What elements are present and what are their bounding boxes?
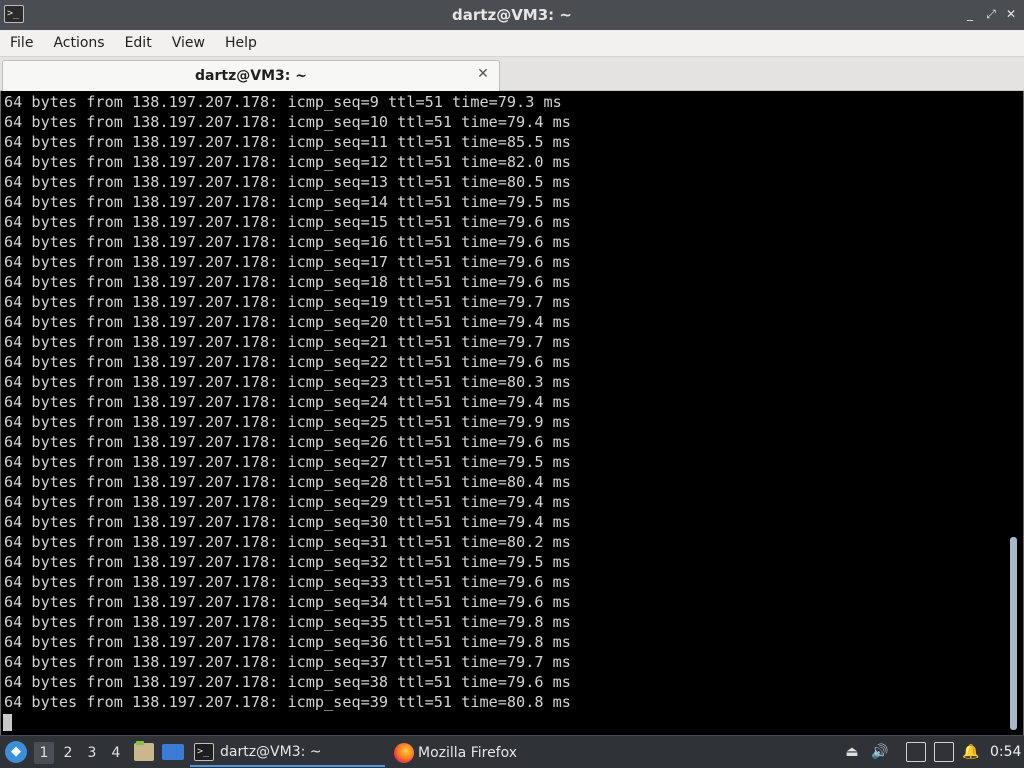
start-menu-icon[interactable]: ◆ <box>5 741 27 763</box>
terminal-line: 64 bytes from 138.197.207.178: icmp_seq=… <box>4 513 571 531</box>
terminal-line: 64 bytes from 138.197.207.178: icmp_seq=… <box>4 553 571 571</box>
terminal-line: 64 bytes from 138.197.207.178: icmp_seq=… <box>4 313 571 331</box>
maximize-icon[interactable]: ⤢ <box>983 6 999 22</box>
terminal-line: 64 bytes from 138.197.207.178: icmp_seq=… <box>4 413 571 431</box>
terminal-line: 64 bytes from 138.197.207.178: icmp_seq=… <box>4 533 571 551</box>
terminal-line: 64 bytes from 138.197.207.178: icmp_seq=… <box>4 293 571 311</box>
terminal-line: 64 bytes from 138.197.207.178: icmp_seq=… <box>4 273 571 291</box>
workspace-3[interactable]: 3 <box>82 742 102 764</box>
close-icon[interactable]: ✕ <box>1003 6 1019 22</box>
task-firefox[interactable]: Mozilla Firefox <box>390 738 590 767</box>
terminal-line: 64 bytes from 138.197.207.178: icmp_seq=… <box>4 93 562 111</box>
menu-help[interactable]: Help <box>215 30 267 57</box>
show-desktop-icon[interactable] <box>162 744 184 760</box>
menu-bar: File Actions Edit View Help <box>0 30 1024 57</box>
window-title: dartz@VM3: ~ <box>452 6 572 24</box>
notification-icon[interactable]: 🔔 <box>961 742 981 762</box>
clock[interactable]: 0:54 <box>990 736 1021 768</box>
terminal-line: 64 bytes from 138.197.207.178: icmp_seq=… <box>4 333 571 351</box>
terminal-line: 64 bytes from 138.197.207.178: icmp_seq=… <box>4 593 571 611</box>
terminal-line: 64 bytes from 138.197.207.178: icmp_seq=… <box>4 153 571 171</box>
terminal-lines: 64 bytes from 138.197.207.178: icmp_seq=… <box>3 92 1004 732</box>
terminal-line: 64 bytes from 138.197.207.178: icmp_seq=… <box>4 393 571 411</box>
terminal-line: 64 bytes from 138.197.207.178: icmp_seq=… <box>4 233 571 251</box>
terminal-line: 64 bytes from 138.197.207.178: icmp_seq=… <box>4 113 571 131</box>
menu-edit[interactable]: Edit <box>115 30 162 57</box>
menu-view[interactable]: View <box>162 30 215 57</box>
task-terminal-label: dartz@VM3: ~ <box>220 743 322 760</box>
file-manager-icon[interactable] <box>134 741 154 761</box>
menu-actions[interactable]: Actions <box>43 30 114 57</box>
task-terminal[interactable]: >_ dartz@VM3: ~ <box>190 738 385 767</box>
workspace-1[interactable]: 1 <box>34 742 54 764</box>
terminal-line: 64 bytes from 138.197.207.178: icmp_seq=… <box>4 673 571 691</box>
firefox-icon <box>394 742 414 763</box>
tab-label: dartz@VM3: ~ <box>195 68 307 84</box>
terminal-line: 64 bytes from 138.197.207.178: icmp_seq=… <box>4 213 571 231</box>
taskbar: ◆ 1 2 3 4 >_ dartz@VM3: ~ Mozilla Firefo… <box>0 735 1024 768</box>
terminal-line: 64 bytes from 138.197.207.178: icmp_seq=… <box>4 193 571 211</box>
terminal-line: 64 bytes from 138.197.207.178: icmp_seq=… <box>4 473 571 491</box>
volume-icon[interactable]: 🔊 <box>870 742 890 762</box>
network-icon[interactable] <box>934 742 954 762</box>
task-firefox-label: Mozilla Firefox <box>418 744 518 761</box>
terminal-line: 64 bytes from 138.197.207.178: icmp_seq=… <box>4 573 571 591</box>
eject-icon[interactable]: ⏏ <box>842 742 862 762</box>
tab-bar: dartz@VM3: ~ ✕ <box>0 57 1024 91</box>
minimize-icon[interactable]: _ <box>962 6 978 22</box>
terminal-line: 64 bytes from 138.197.207.178: icmp_seq=… <box>4 373 571 391</box>
prompt-line[interactable] <box>3 712 1004 732</box>
workspace-2[interactable]: 2 <box>58 742 78 764</box>
clipboard-icon[interactable] <box>906 742 926 762</box>
window-titlebar[interactable]: >_ dartz@VM3: ~ _ ⤢ ✕ <box>0 0 1024 30</box>
terminal-output[interactable]: 64 bytes from 138.197.207.178: icmp_seq=… <box>0 91 1024 735</box>
terminal-line: 64 bytes from 138.197.207.178: icmp_seq=… <box>4 173 571 191</box>
terminal-scrollbar[interactable] <box>1010 537 1017 730</box>
terminal-line: 64 bytes from 138.197.207.178: icmp_seq=… <box>4 633 571 651</box>
terminal-icon: >_ <box>194 742 214 761</box>
terminal-line: 64 bytes from 138.197.207.178: icmp_seq=… <box>4 433 571 451</box>
text-cursor <box>3 714 12 731</box>
terminal-line: 64 bytes from 138.197.207.178: icmp_seq=… <box>4 353 571 371</box>
terminal-line: 64 bytes from 138.197.207.178: icmp_seq=… <box>4 493 571 511</box>
terminal-line: 64 bytes from 138.197.207.178: icmp_seq=… <box>4 133 571 151</box>
workspace-4[interactable]: 4 <box>106 742 126 764</box>
terminal-line: 64 bytes from 138.197.207.178: icmp_seq=… <box>4 453 571 471</box>
terminal-line: 64 bytes from 138.197.207.178: icmp_seq=… <box>4 653 571 671</box>
terminal-line: 64 bytes from 138.197.207.178: icmp_seq=… <box>4 253 571 271</box>
tab-terminal[interactable]: dartz@VM3: ~ ✕ <box>2 60 500 91</box>
menu-file[interactable]: File <box>0 30 43 57</box>
tab-close-icon[interactable]: ✕ <box>475 66 491 82</box>
terminal-line: 64 bytes from 138.197.207.178: icmp_seq=… <box>4 693 571 711</box>
terminal-line: 64 bytes from 138.197.207.178: icmp_seq=… <box>4 613 571 631</box>
